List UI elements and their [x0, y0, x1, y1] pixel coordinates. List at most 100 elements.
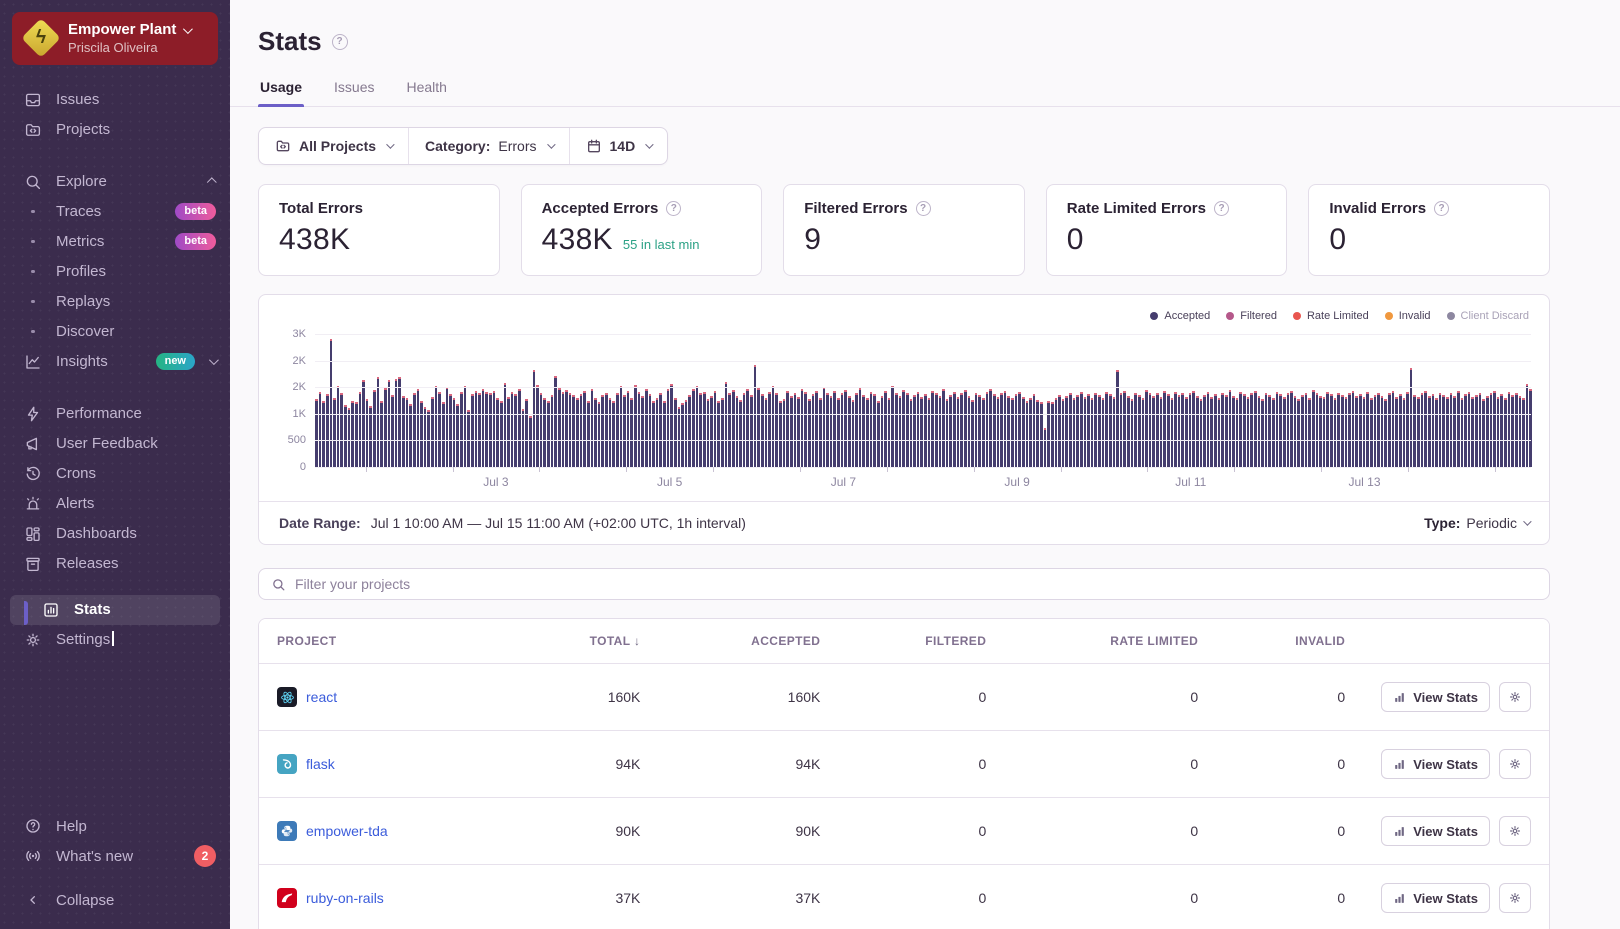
view-stats-button[interactable]: View Stats — [1381, 883, 1490, 913]
chart-bar — [489, 393, 492, 467]
org-switcher[interactable]: ϟ Empower Plant Priscila Oliveira — [12, 12, 218, 65]
chart-bar — [1504, 398, 1507, 467]
chart-bar — [1236, 398, 1239, 467]
cell-invalid: 0 — [1216, 664, 1363, 731]
chart-bar — [1178, 395, 1181, 467]
project-settings-button[interactable] — [1499, 749, 1531, 779]
help-icon[interactable]: ? — [1214, 201, 1229, 216]
page-help-icon[interactable]: ? — [332, 34, 348, 50]
help-icon[interactable]: ? — [916, 201, 931, 216]
column-header-filtered[interactable]: FILTERED — [838, 619, 1004, 664]
chart-bar — [681, 403, 684, 467]
sidebar-item-metrics[interactable]: Metrics beta — [0, 227, 230, 257]
date-range-selector[interactable]: 14D — [569, 128, 668, 164]
chart-bar — [1482, 399, 1485, 467]
project-settings-button[interactable] — [1499, 682, 1531, 712]
legend-item[interactable]: Accepted — [1150, 310, 1210, 322]
sidebar-item-user-feedback[interactable]: User Feedback — [0, 429, 230, 459]
column-header-project[interactable]: PROJECT — [259, 619, 510, 664]
sidebar-item-profiles[interactable]: Profiles — [0, 257, 230, 287]
sidebar-item-performance[interactable]: Performance — [0, 399, 230, 429]
legend-item[interactable]: Rate Limited — [1293, 310, 1369, 322]
cell-invalid: 0 — [1216, 798, 1363, 865]
project-filter-input[interactable] — [295, 576, 1537, 592]
chart-bar — [435, 386, 438, 467]
sidebar-item-traces[interactable]: Traces beta — [0, 197, 230, 227]
cell-filtered: 0 — [838, 731, 1004, 798]
cell-accepted: 94K — [658, 731, 838, 798]
chart-bar — [1029, 398, 1032, 467]
chart-bar — [1522, 398, 1525, 467]
project-link[interactable]: flask — [306, 756, 335, 772]
chart-bar — [1301, 395, 1304, 467]
chart-bar — [449, 394, 452, 467]
chart-bar — [1080, 392, 1083, 467]
sidebar-item-explore[interactable]: Explore — [0, 167, 230, 197]
chart-bar — [1439, 393, 1442, 467]
sidebar-item-crons[interactable]: Crons — [0, 459, 230, 489]
chart-plot[interactable] — [315, 334, 1531, 467]
column-header-accepted[interactable]: ACCEPTED — [658, 619, 838, 664]
gear-icon — [1508, 690, 1522, 704]
chart-bar — [797, 397, 800, 467]
sidebar-item-issues[interactable]: Issues — [0, 85, 230, 115]
sidebar-item-replays[interactable]: Replays — [0, 287, 230, 317]
view-stats-button[interactable]: View Stats — [1381, 682, 1490, 712]
help-icon[interactable]: ? — [666, 201, 681, 216]
project-link[interactable]: ruby-on-rails — [306, 890, 384, 906]
chart-bar — [783, 399, 786, 467]
sidebar-item-discover[interactable]: Discover — [0, 317, 230, 347]
chart-bar — [899, 396, 902, 467]
chart-bar — [504, 383, 507, 467]
help-icon[interactable]: ? — [1434, 201, 1449, 216]
project-link[interactable]: react — [306, 689, 337, 705]
legend-item[interactable]: Client Discard — [1447, 310, 1529, 322]
legend-item[interactable]: Filtered — [1226, 310, 1277, 322]
chart-bar — [688, 395, 691, 467]
tab-usage[interactable]: Usage — [258, 79, 304, 106]
sidebar-item-releases[interactable]: Releases — [0, 549, 230, 579]
tab-issues[interactable]: Issues — [332, 79, 376, 106]
chart-bar — [551, 395, 554, 467]
chart-bar — [670, 384, 673, 467]
type-selector[interactable]: Type: Periodic — [1424, 515, 1529, 531]
chart-bar — [340, 393, 343, 467]
column-header-rate-limited[interactable]: RATE LIMITED — [1004, 619, 1216, 664]
project-settings-button[interactable] — [1499, 816, 1531, 846]
chart-bar — [721, 398, 724, 467]
inbox-icon — [24, 91, 42, 109]
sidebar-item-projects[interactable]: Projects — [0, 115, 230, 145]
sidebar-item-stats[interactable]: Stats — [0, 595, 230, 625]
chart-bar — [1479, 393, 1482, 467]
sidebar-item-dashboards[interactable]: Dashboards — [0, 519, 230, 549]
view-stats-button[interactable]: View Stats — [1381, 749, 1490, 779]
project-selector[interactable]: All Projects — [259, 128, 408, 164]
chart-bar — [1490, 393, 1493, 467]
chart-bar — [714, 391, 717, 467]
tab-health[interactable]: Health — [405, 79, 449, 106]
chart-bar — [1413, 395, 1416, 467]
chart-bar — [1138, 395, 1141, 467]
column-header-total[interactable]: TOTAL ↓ — [510, 619, 658, 664]
category-selector[interactable]: Category: Errors — [408, 128, 568, 164]
chart-bar — [1417, 397, 1420, 467]
chart-bar — [873, 394, 876, 467]
sidebar-item-settings[interactable]: Settings — [0, 625, 230, 655]
chart-bar — [1406, 392, 1409, 467]
sidebar-item-whats-new[interactable]: What's new 2 — [0, 841, 230, 871]
broadcast-icon — [24, 847, 42, 865]
view-stats-button[interactable]: View Stats — [1381, 816, 1490, 846]
chart-bar — [779, 401, 782, 467]
chart-bar — [359, 392, 362, 467]
chart-bar — [1116, 370, 1119, 467]
sidebar-collapse-button[interactable]: Collapse — [0, 885, 230, 915]
sidebar-item-insights[interactable]: Insights new — [0, 347, 230, 377]
project-settings-button[interactable] — [1499, 883, 1531, 913]
legend-item[interactable]: Invalid — [1385, 310, 1431, 322]
sidebar-item-help[interactable]: Help — [0, 811, 230, 841]
chart-bar — [1210, 397, 1213, 467]
column-header-invalid[interactable]: INVALID — [1216, 619, 1363, 664]
sidebar-item-alerts[interactable]: Alerts — [0, 489, 230, 519]
chart-bar — [692, 389, 695, 467]
project-link[interactable]: empower-tda — [306, 823, 388, 839]
